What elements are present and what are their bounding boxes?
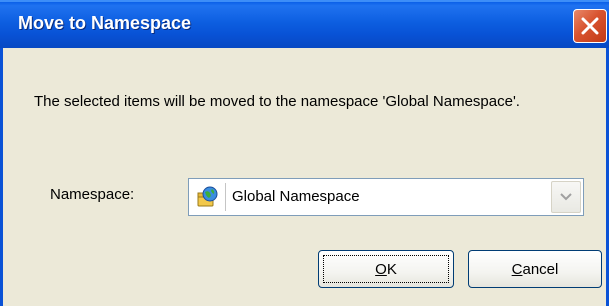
- focus-rectangle: [323, 255, 449, 283]
- ok-button[interactable]: OK: [318, 250, 454, 288]
- move-to-namespace-dialog: Move to Namespace The selected items wil…: [0, 0, 609, 306]
- dropdown-separator: [225, 183, 226, 211]
- dropdown-arrow-button[interactable]: [551, 181, 581, 213]
- close-button[interactable]: [573, 9, 607, 43]
- namespace-selected-value: Global Namespace: [232, 188, 360, 205]
- close-icon: [581, 17, 599, 35]
- cancel-label: Cancel: [511, 260, 559, 278]
- cancel-button[interactable]: Cancel: [468, 250, 602, 288]
- namespace-dropdown[interactable]: Global Namespace: [188, 178, 584, 216]
- dialog-message: The selected items will be moved to the …: [34, 93, 520, 110]
- chevron-down-icon: [560, 193, 572, 201]
- namespace-label: Namespace:: [50, 186, 135, 203]
- dialog-title: Move to Namespace: [18, 13, 192, 33]
- namespace-globe-folder-icon: [197, 186, 218, 207]
- title-bar[interactable]: Move to Namespace: [0, 0, 609, 48]
